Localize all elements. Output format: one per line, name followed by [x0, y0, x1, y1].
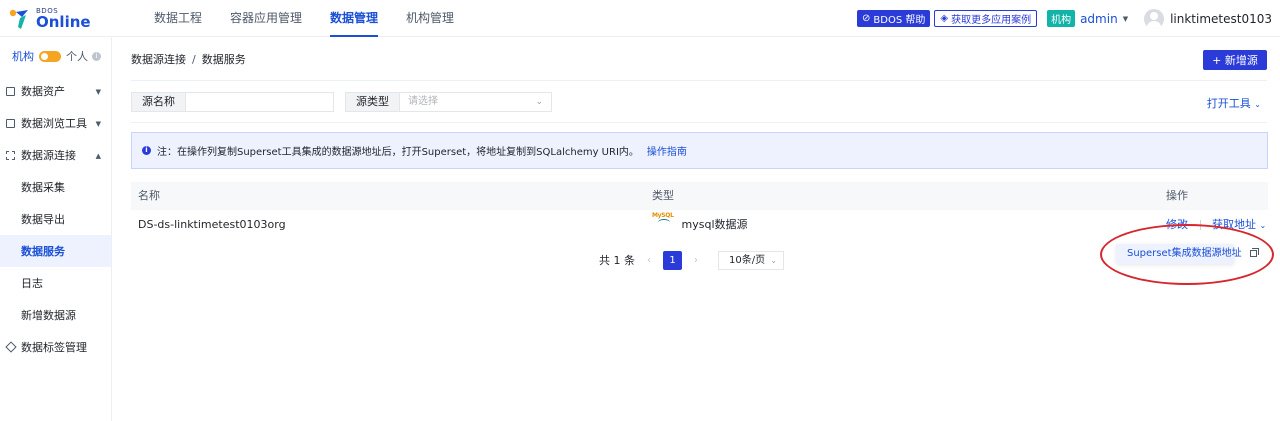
- chevron-down-icon: ⌄: [770, 255, 777, 265]
- breadcrumb: 数据源连接 / 数据服务: [131, 47, 246, 73]
- annotation-highlight-ellipse: [1100, 224, 1274, 285]
- bdos-logo-icon: [8, 7, 32, 31]
- info-icon: i: [142, 146, 151, 155]
- chevron-down-icon: ⌄: [1254, 100, 1261, 109]
- org-badge: 机构: [1047, 10, 1076, 27]
- logo-big-text: Online: [36, 12, 91, 31]
- notice-text: 注：在操作列复制Superset工具集成的数据源地址后，打开Superset，将…: [157, 147, 639, 158]
- mysql-icon: MySQL: [652, 212, 674, 231]
- table-row: DS-ds-linktimetest0103org MySQL mysql数据源…: [131, 210, 1268, 240]
- help-icon: ⊘: [862, 13, 871, 24]
- column-header-name: 名称: [138, 189, 160, 202]
- row-type-label: mysql数据源: [681, 218, 748, 231]
- source-type-placeholder: 请选择: [408, 96, 438, 107]
- sidebar-item-logs[interactable]: 日志: [0, 267, 111, 299]
- filter-bar: 源名称 源类型 请选择 ⌄: [131, 92, 552, 112]
- data-assets-icon: [6, 86, 15, 96]
- tag-icon: [5, 341, 17, 353]
- sidebar-group-label: 数据浏览工具: [21, 117, 87, 130]
- datasource-icon: [6, 150, 15, 160]
- column-header-actions: 操作: [1166, 189, 1188, 202]
- breadcrumb-separator: /: [192, 53, 196, 66]
- browse-tools-icon: [6, 118, 15, 128]
- page-size-select[interactable]: 10条/页 ⌄: [718, 250, 784, 270]
- more-cases-button[interactable]: ◈ 获取更多应用案例: [934, 10, 1038, 27]
- caret-up-icon: ▲: [95, 152, 101, 160]
- breadcrumb-item-data-service: 数据服务: [201, 53, 246, 66]
- info-notice: i 注：在操作列复制Superset工具集成的数据源地址后，打开Superset…: [131, 132, 1268, 169]
- divider: [131, 80, 1267, 81]
- nav-org-management[interactable]: 机构管理: [392, 0, 468, 37]
- more-cases-label: 获取更多应用案例: [951, 15, 1032, 26]
- layers-icon: ◈: [940, 13, 949, 24]
- page-size-label: 10条/页: [729, 254, 766, 266]
- total-count: 共 1 条: [599, 254, 635, 267]
- row-type: MySQL mysql数据源: [652, 210, 748, 240]
- table-header: 名称 类型 操作: [131, 182, 1268, 210]
- avatar[interactable]: [1144, 8, 1165, 29]
- nav-data-management[interactable]: 数据管理: [316, 0, 392, 37]
- source-type-label: 源类型: [345, 92, 400, 112]
- username[interactable]: linktimetest0103: [1170, 12, 1272, 26]
- top-header: BDOS Online 数据工程 容器应用管理 数据管理 机构管理 ⊘ BDOS…: [0, 0, 1280, 37]
- sidebar-group-label: 数据资产: [21, 85, 65, 98]
- sidebar-item-new-datasource[interactable]: 新增数据源: [0, 299, 111, 331]
- switch-org-label: 机构: [12, 50, 34, 63]
- sidebar: 机构 个人 i 数据资产 ▼ 数据浏览工具 ▼ 数据源连接 ▲ 数据采集 数据导…: [0, 37, 112, 421]
- source-type-select[interactable]: 请选择 ⌄: [400, 92, 552, 112]
- bdos-logo[interactable]: BDOS Online: [8, 5, 91, 32]
- add-datasource-button[interactable]: + 新增源: [1203, 50, 1267, 70]
- caret-down-icon: ▼: [95, 88, 101, 96]
- sidebar-item-data-collection[interactable]: 数据采集: [0, 171, 111, 203]
- page-number-current[interactable]: 1: [663, 250, 682, 270]
- admin-dropdown[interactable]: admin ▼: [1080, 12, 1128, 26]
- open-tool-label: 打开工具: [1206, 97, 1251, 110]
- chevron-down-icon: ⌄: [1259, 221, 1267, 230]
- sidebar-group-data-tag-management[interactable]: 数据标签管理: [0, 331, 111, 363]
- main-content: 数据源连接 / 数据服务 + 新增源 源名称 源类型 请选择 ⌄ 打开工具 ⌄ …: [112, 37, 1280, 421]
- sidebar-item-data-service[interactable]: 数据服务: [0, 235, 111, 267]
- breadcrumb-item-datasource[interactable]: 数据源连接: [131, 47, 186, 73]
- help-label: BDOS 帮助: [873, 15, 926, 26]
- sidebar-group-label: 数据源连接: [21, 149, 76, 162]
- info-icon[interactable]: i: [92, 51, 101, 61]
- chevron-down-icon: ▼: [1122, 14, 1129, 23]
- sidebar-group-data-assets[interactable]: 数据资产 ▼: [0, 75, 111, 107]
- row-name: DS-ds-linktimetest0103org: [138, 218, 286, 231]
- caret-down-icon: ▼: [95, 120, 101, 128]
- nav-container-apps[interactable]: 容器应用管理: [216, 0, 316, 37]
- pagination: 共 1 条 ‹ 1 › 10条/页 ⌄: [599, 250, 784, 270]
- sidebar-item-data-export[interactable]: 数据导出: [0, 203, 111, 235]
- sidebar-group-label: 数据标签管理: [21, 341, 87, 354]
- chevron-down-icon: ⌄: [535, 97, 543, 107]
- switch-personal-label: 个人: [66, 50, 88, 63]
- sidebar-group-data-browse-tools[interactable]: 数据浏览工具 ▼: [0, 107, 111, 139]
- open-tool-dropdown[interactable]: 打开工具 ⌄: [1207, 95, 1261, 111]
- next-page-icon[interactable]: ›: [694, 255, 698, 266]
- org-personal-toggle[interactable]: [39, 50, 61, 62]
- source-name-input[interactable]: [186, 92, 334, 112]
- nav-data-engineering[interactable]: 数据工程: [140, 0, 216, 37]
- sidebar-group-datasource-connection[interactable]: 数据源连接 ▲: [0, 139, 111, 171]
- bdos-help-button[interactable]: ⊘ BDOS 帮助: [857, 10, 931, 27]
- divider: [131, 122, 1267, 123]
- org-personal-switch: 机构 个人 i: [0, 37, 111, 75]
- mysql-logo-text: MySQL: [652, 212, 674, 219]
- top-nav: 数据工程 容器应用管理 数据管理 机构管理: [140, 0, 468, 37]
- operation-guide-link[interactable]: 操作指南: [647, 143, 687, 158]
- source-name-label: 源名称: [131, 92, 186, 112]
- prev-page-icon[interactable]: ‹: [647, 255, 651, 266]
- admin-label: admin: [1080, 11, 1118, 26]
